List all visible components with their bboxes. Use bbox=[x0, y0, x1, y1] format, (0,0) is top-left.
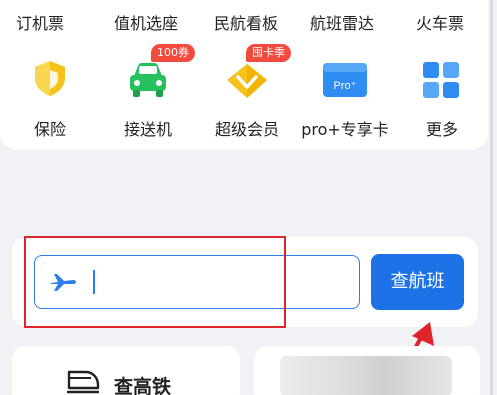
link-flight-radar[interactable]: 航班雷达 bbox=[310, 10, 374, 34]
app-page: 订机票 值机选座 民航看板 航班雷达 火车票 保险 100券 接送机 囤卡季 超… bbox=[0, 0, 497, 395]
service-airport-transfer[interactable]: 100券 接送机 bbox=[103, 40, 195, 140]
service-pro-card[interactable]: Pro⁺ pro+专享卡 bbox=[300, 40, 390, 140]
service-label: 超级会员 bbox=[214, 120, 279, 139]
pro-card-icon: Pro⁺ bbox=[323, 63, 367, 97]
service-label: 保险 bbox=[33, 120, 66, 139]
scrollbar[interactable] bbox=[490, 0, 493, 395]
search-flight-button[interactable]: 查航班 bbox=[371, 254, 464, 310]
service-label: 接送机 bbox=[123, 120, 172, 139]
diamond-icon bbox=[227, 64, 267, 98]
service-label: 更多 bbox=[425, 120, 458, 139]
train-icon bbox=[66, 370, 100, 394]
link-checkin-seat[interactable]: 值机选座 bbox=[114, 10, 178, 34]
train-search-label: 查高铁 bbox=[114, 376, 172, 395]
car-icon bbox=[130, 63, 166, 97]
grid-icon bbox=[423, 62, 459, 98]
svg-text:Pro⁺: Pro⁺ bbox=[334, 80, 357, 92]
link-train-ticket[interactable]: 火车票 bbox=[416, 10, 464, 34]
service-super-member[interactable]: 囤卡季 超级会员 bbox=[202, 40, 292, 140]
service-insurance[interactable]: 保险 bbox=[5, 40, 95, 140]
service-more[interactable]: 更多 bbox=[397, 40, 487, 140]
highlight-box bbox=[24, 236, 286, 328]
service-icons-row: 保险 100券 接送机 囤卡季 超级会员 Pro⁺ pro+专享卡 更多 bbox=[0, 40, 488, 145]
quick-links-row: 订机票 值机选座 民航看板 航班雷达 火车票 bbox=[0, 0, 488, 40]
promo-badge: 囤卡季 bbox=[246, 44, 291, 62]
service-label: pro+专享卡 bbox=[301, 120, 389, 139]
services-card: 订机票 值机选座 民航看板 航班雷达 火车票 保险 100券 接送机 囤卡季 超… bbox=[0, 0, 488, 150]
link-aviation-board[interactable]: 民航看板 bbox=[214, 10, 278, 34]
shield-icon bbox=[35, 61, 65, 96]
blurred-banner bbox=[280, 356, 452, 395]
link-book-flight[interactable]: 订机票 bbox=[16, 10, 64, 34]
